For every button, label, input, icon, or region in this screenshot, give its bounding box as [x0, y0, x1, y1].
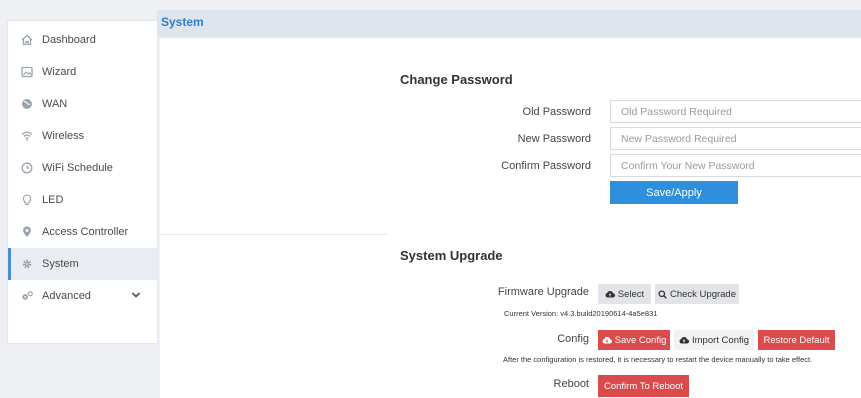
sidebar-item-wireless[interactable]: Wireless	[8, 120, 157, 152]
confirm-reboot-button[interactable]: Confirm To Reboot	[598, 375, 689, 397]
sidebar-item-label: System	[42, 258, 79, 270]
config-label: Config	[557, 333, 589, 345]
sidebar-item-label: Wireless	[42, 130, 85, 142]
sidebar-item-label: LED	[42, 194, 64, 206]
confirm-password-input[interactable]	[610, 154, 861, 177]
reboot-label: Reboot	[553, 378, 589, 390]
save-config-label: Save Config	[614, 334, 667, 346]
bulb-icon	[21, 194, 33, 206]
sidebar-item-label: Access Controller	[42, 226, 129, 238]
sidebar-item-wifi-schedule[interactable]: WiFi Schedule	[8, 152, 157, 184]
import-config-button[interactable]: Import Config	[674, 330, 754, 350]
sidebar-item-wan[interactable]: WAN	[8, 88, 157, 120]
chevron-down-icon[interactable]	[131, 290, 141, 302]
sidebar-item-access-controller[interactable]: Access Controller	[8, 216, 157, 248]
page-header: System	[157, 10, 861, 37]
pin-icon	[21, 226, 33, 238]
select-label: Select	[617, 288, 645, 300]
save-config-button[interactable]: Save Config	[598, 330, 670, 350]
sidebar-item-system[interactable]: System	[8, 248, 157, 280]
clock-icon	[21, 162, 33, 174]
import-config-label: Import Config	[691, 334, 750, 346]
search-icon	[658, 289, 667, 299]
sidebar-item-advanced[interactable]: Advanced	[8, 280, 157, 312]
cloud-upload-icon	[679, 336, 689, 344]
new-password-input[interactable]	[610, 127, 861, 150]
sidebar-item-label: Wizard	[42, 66, 77, 78]
sidebar-item-wizard[interactable]: Wizard	[8, 56, 157, 88]
confirm-password-label: Confirm Password	[501, 160, 591, 172]
firmware-upgrade-label: Firmware Upgrade	[497, 286, 589, 298]
page-title: System	[161, 15, 204, 29]
sidebar-item-led[interactable]: LED	[8, 184, 157, 216]
sidebar-item-label: Advanced	[42, 290, 91, 302]
select-firmware-button[interactable]: Select	[598, 284, 651, 304]
cloud-download-icon	[602, 336, 612, 344]
restore-default-button[interactable]: Restore Default	[758, 330, 835, 350]
divider	[160, 234, 388, 235]
sidebar-item-label: WiFi Schedule	[42, 162, 113, 174]
new-password-label: New Password	[517, 133, 591, 145]
check-upgrade-button[interactable]: Check Upgrade	[655, 284, 739, 304]
old-password-label: Old Password	[522, 106, 591, 118]
sidebar-item-label: Dashboard	[42, 34, 96, 46]
sidebar: Dashboard Wizard WAN Wireless WiFi Sched…	[7, 20, 158, 344]
gear-icon	[21, 258, 33, 270]
current-version-text: Current Version: v4.3.build20190614-4a5e…	[504, 309, 658, 318]
sidebar-item-dashboard[interactable]: Dashboard	[8, 24, 157, 56]
gears-icon	[21, 290, 33, 302]
old-password-input[interactable]	[610, 100, 861, 123]
home-icon	[21, 34, 33, 46]
change-password-title: Change Password	[400, 72, 513, 87]
save-apply-button[interactable]: Save/Apply	[610, 181, 738, 204]
globe-icon	[21, 98, 33, 110]
check-upgrade-label: Check Upgrade	[669, 288, 736, 300]
cloud-upload-icon	[605, 290, 615, 298]
wifi-icon	[21, 130, 33, 142]
image-icon	[21, 66, 33, 78]
system-upgrade-title: System Upgrade	[400, 248, 503, 263]
config-note-text: After the configuration is restored, it …	[503, 355, 813, 364]
sidebar-item-label: WAN	[42, 98, 68, 110]
